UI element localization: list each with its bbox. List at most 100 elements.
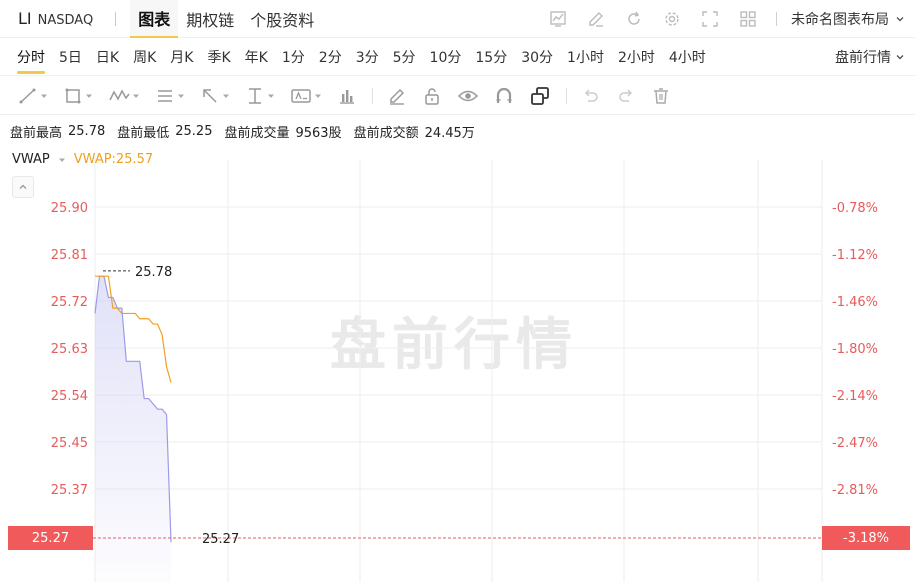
y-axis-pct-tick-label: -1.80% <box>832 342 878 357</box>
collapse-button[interactable] <box>12 176 34 198</box>
stat-value: 25.78 <box>68 123 106 139</box>
redo-button[interactable] <box>616 81 636 111</box>
y-axis-pct-tick-label: -0.78% <box>832 201 878 216</box>
session-selector[interactable]: 盘前行情 <box>835 38 905 76</box>
stat-value: 25.25 <box>175 123 213 139</box>
period-item[interactable]: 4小时 <box>662 38 713 76</box>
wave-pattern-icon <box>109 88 130 101</box>
delete-drawings-button[interactable] <box>651 81 671 111</box>
settings-gear-icon[interactable] <box>657 4 687 34</box>
divider <box>115 11 117 26</box>
period-item[interactable]: 季K <box>200 38 237 76</box>
pen-tool[interactable] <box>387 81 407 111</box>
caret-down-icon <box>58 158 65 162</box>
period-item[interactable]: 分时 <box>10 38 52 76</box>
ticker-symbol: LI <box>18 9 32 28</box>
period-item[interactable]: 月K <box>163 38 200 76</box>
period-item[interactable]: 30分 <box>514 38 560 76</box>
refresh-icon[interactable] <box>619 4 649 34</box>
caret-down-icon <box>315 94 321 98</box>
undo-button[interactable] <box>581 81 601 111</box>
fibonacci-tool[interactable] <box>155 81 185 111</box>
magnet-toggle[interactable] <box>494 81 514 111</box>
top-icon-group <box>543 0 763 38</box>
caret-down-icon <box>223 94 229 98</box>
current-price-tag: 25.27 <box>8 526 93 550</box>
volume-bars-tool[interactable] <box>337 81 357 111</box>
overlap-squares-icon <box>531 86 549 105</box>
wave-pattern-tool[interactable] <box>108 81 140 111</box>
y-axis-tick-label: 25.90 <box>51 201 88 216</box>
high-marker-label: 25.78 <box>135 265 172 280</box>
rectangle-tool[interactable] <box>63 81 93 111</box>
period-item[interactable]: 1分 <box>275 38 312 76</box>
chevron-up-icon <box>19 184 27 189</box>
trend-line-icon <box>19 88 36 103</box>
indicator-legend[interactable]: VWAP VWAP:25.57 <box>12 152 153 167</box>
period-item[interactable]: 15分 <box>468 38 514 76</box>
tab-options-chain[interactable]: 期权链 <box>178 0 242 38</box>
drawing-toolbar <box>0 77 915 115</box>
caret-down-icon <box>41 94 47 98</box>
session-label: 盘前行情 <box>835 50 891 66</box>
intraday-chart[interactable]: 25.90 -0.78% 25.81 -1.12% 25.72 -1.46% 25.63 -1… <box>0 148 915 582</box>
link-toggle[interactable] <box>529 81 551 111</box>
text-tool[interactable] <box>290 81 322 111</box>
y-axis-tick-label: 25.45 <box>51 436 88 451</box>
pen-icon <box>390 88 405 105</box>
grid-layout-icon[interactable] <box>733 4 763 34</box>
top-bar: LI NASDAQ 图表 期权链 个股资料 未命名图表布局 <box>0 0 915 38</box>
period-item[interactable]: 5分 <box>386 38 423 76</box>
magnet-icon <box>496 87 512 103</box>
y-axis-tick-label: 25.37 <box>51 483 88 498</box>
redo-icon <box>619 88 633 102</box>
stat-label: 盘前最低 <box>117 125 170 141</box>
indicator-chart-icon[interactable] <box>543 4 573 34</box>
period-item[interactable]: 2分 <box>312 38 349 76</box>
arrow-tool[interactable] <box>200 81 230 111</box>
period-item[interactable]: 10分 <box>423 38 469 76</box>
period-item[interactable]: 3分 <box>349 38 386 76</box>
edit-note-icon[interactable] <box>581 4 611 34</box>
y-axis-pct-tick-label: -2.47% <box>832 436 878 451</box>
stat-value: 9563股 <box>295 125 342 141</box>
arrow-icon <box>203 88 217 103</box>
layout-name: 未命名图表布局 <box>791 12 889 28</box>
period-item[interactable]: 5日 <box>52 38 89 76</box>
y-axis-pct-tick-label: -1.46% <box>832 295 878 310</box>
layout-selector[interactable]: 未命名图表布局 <box>776 0 905 38</box>
tab-stock-profile[interactable]: 个股资料 <box>242 0 322 38</box>
period-item[interactable]: 年K <box>238 38 275 76</box>
rectangle-icon <box>65 88 81 103</box>
stat-label: 盘前成交额 <box>353 125 419 141</box>
low-marker-label: 25.27 <box>202 532 239 547</box>
period-item[interactable]: 日K <box>89 38 126 76</box>
measure-tool[interactable] <box>245 81 275 111</box>
premarket-stats: 盘前最高 25.78 盘前最低 25.25 盘前成交量 9563股 盘前成交额 … <box>10 120 481 142</box>
ticker[interactable]: LI NASDAQ <box>0 9 93 28</box>
eye-icon <box>457 90 479 101</box>
indicator-value: VWAP:25.57 <box>73 152 154 167</box>
bar-chart-icon <box>340 89 354 104</box>
divider <box>372 87 373 104</box>
fullscreen-icon[interactable] <box>695 4 725 34</box>
divider <box>566 87 567 104</box>
undo-icon <box>584 88 598 102</box>
tab-chart[interactable]: 图表 <box>130 0 179 38</box>
y-axis-pct-tick-label: -2.14% <box>832 389 878 404</box>
lock-toggle[interactable] <box>422 81 442 111</box>
period-item[interactable]: 周K <box>126 38 163 76</box>
period-item[interactable]: 1小时 <box>560 38 611 76</box>
y-axis-tick-label: 25.54 <box>51 389 88 404</box>
y-axis-pct-tick-label: -2.81% <box>832 483 878 498</box>
fibonacci-icon <box>158 89 172 102</box>
y-axis-tick-label: 25.72 <box>51 295 88 310</box>
caret-down-icon <box>268 94 274 98</box>
measure-icon <box>249 87 261 104</box>
trend-line-tool[interactable] <box>18 81 48 111</box>
y-axis-tick-label: 25.81 <box>51 248 88 263</box>
period-item[interactable]: 2小时 <box>611 38 662 76</box>
price-area <box>95 276 171 582</box>
stat-label: 盘前成交量 <box>224 125 290 141</box>
visibility-toggle[interactable] <box>457 81 479 111</box>
